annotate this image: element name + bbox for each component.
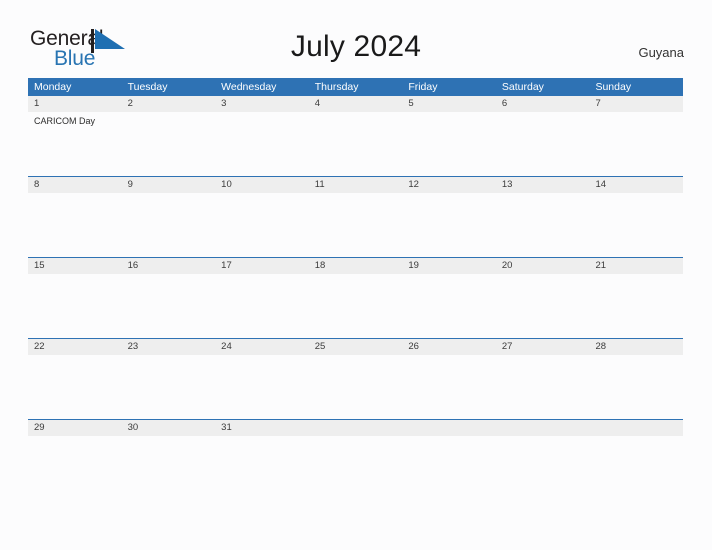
day-number[interactable]: 7 [589,96,683,112]
week-date-band: 29 30 31 [28,420,683,436]
calendar-week-row: 8 9 10 11 12 13 14 [28,176,683,257]
day-cell-empty [589,436,683,500]
day-number[interactable]: 6 [496,96,590,112]
week-date-band: 1 2 3 4 5 6 7 [28,96,683,112]
day-cell[interactable] [215,436,309,500]
day-number[interactable]: 14 [589,177,683,193]
day-number[interactable]: 23 [122,339,216,355]
event-label: CARICOM Day [34,116,96,126]
day-cell[interactable] [215,112,309,176]
calendar-week-row: 29 30 31 [28,419,683,500]
day-cell[interactable] [402,112,496,176]
day-number[interactable]: 18 [309,258,403,274]
day-cell[interactable] [122,274,216,338]
page-header: General Blue July 2024 Guyana [0,0,712,76]
day-number-empty [309,420,403,436]
page-title: July 2024 [290,30,422,63]
day-cell[interactable] [28,355,122,419]
day-number[interactable]: 25 [309,339,403,355]
day-cell[interactable] [589,355,683,419]
week-date-band: 8 9 10 11 12 13 14 [28,177,683,193]
day-number[interactable]: 28 [589,339,683,355]
day-number[interactable]: 30 [122,420,216,436]
day-cell[interactable] [402,193,496,257]
day-number[interactable]: 19 [402,258,496,274]
day-cell[interactable] [309,112,403,176]
day-cell[interactable] [215,355,309,419]
week-body-band [28,355,683,419]
calendar-page: General Blue July 2024 Guyana Monday Tue… [0,0,712,550]
day-number[interactable]: 29 [28,420,122,436]
day-cell[interactable] [496,355,590,419]
day-number[interactable]: 1 [28,96,122,112]
day-cell[interactable] [402,355,496,419]
day-cell[interactable] [28,193,122,257]
day-cell[interactable] [215,274,309,338]
day-cell[interactable] [496,112,590,176]
calendar-week-row: 15 16 17 18 19 20 21 [28,257,683,338]
day-cell[interactable] [496,274,590,338]
day-cell-empty [309,436,403,500]
day-cell[interactable] [309,193,403,257]
week-body-band: CARICOM Day [28,112,683,176]
day-cell[interactable] [496,193,590,257]
week-date-band: 22 23 24 25 26 27 28 [28,339,683,355]
week-body-band [28,274,683,338]
day-number[interactable]: 3 [215,96,309,112]
day-cell[interactable] [215,193,309,257]
week-body-band [28,436,683,500]
day-number[interactable]: 11 [309,177,403,193]
day-cell[interactable] [28,436,122,500]
day-number[interactable]: 10 [215,177,309,193]
day-cell[interactable]: CARICOM Day [28,112,122,176]
day-number[interactable]: 13 [496,177,590,193]
weekday-header-friday: Friday [408,81,438,93]
day-cell[interactable] [589,112,683,176]
day-cell-empty [402,436,496,500]
day-number-empty [402,420,496,436]
weekday-header-sunday: Sunday [595,81,632,93]
day-cell[interactable] [28,274,122,338]
day-number[interactable]: 4 [309,96,403,112]
day-cell[interactable] [589,274,683,338]
day-cell[interactable] [122,193,216,257]
day-number[interactable]: 5 [402,96,496,112]
day-number[interactable]: 16 [122,258,216,274]
weekday-header-saturday: Saturday [501,81,544,93]
day-number[interactable]: 26 [402,339,496,355]
day-number[interactable]: 22 [28,339,122,355]
weekday-header-tuesday: Tuesday [127,81,168,93]
calendar-week-row: 1 2 3 4 5 6 7 CARICOM Day [28,96,683,176]
day-number[interactable]: 8 [28,177,122,193]
day-cell[interactable] [122,436,216,500]
day-number[interactable]: 15 [28,258,122,274]
calendar-table: Monday Tuesday Wednesday Thursday Friday… [28,78,683,500]
day-number[interactable]: 12 [402,177,496,193]
day-cell[interactable] [309,355,403,419]
day-number[interactable]: 31 [215,420,309,436]
day-number[interactable]: 21 [589,258,683,274]
region-label: Guyana [638,45,684,60]
weekday-header-row: Monday Tuesday Wednesday Thursday Friday… [28,78,683,96]
week-date-band: 15 16 17 18 19 20 21 [28,258,683,274]
day-cell[interactable] [589,193,683,257]
day-number-empty [496,420,590,436]
week-body-band [28,193,683,257]
day-number[interactable]: 24 [215,339,309,355]
day-cell[interactable] [122,355,216,419]
day-number[interactable]: 2 [122,96,216,112]
weekday-header-thursday: Thursday [314,81,359,93]
calendar-week-row: 22 23 24 25 26 27 28 [28,338,683,419]
day-number[interactable]: 17 [215,258,309,274]
day-cell[interactable] [122,112,216,176]
day-cell-empty [496,436,590,500]
day-number-empty [589,420,683,436]
day-number[interactable]: 20 [496,258,590,274]
day-number[interactable]: 9 [122,177,216,193]
day-cell[interactable] [309,274,403,338]
day-cell[interactable] [402,274,496,338]
day-number[interactable]: 27 [496,339,590,355]
weekday-header-wednesday: Wednesday [221,81,277,93]
weekday-header-monday: Monday [34,81,72,93]
